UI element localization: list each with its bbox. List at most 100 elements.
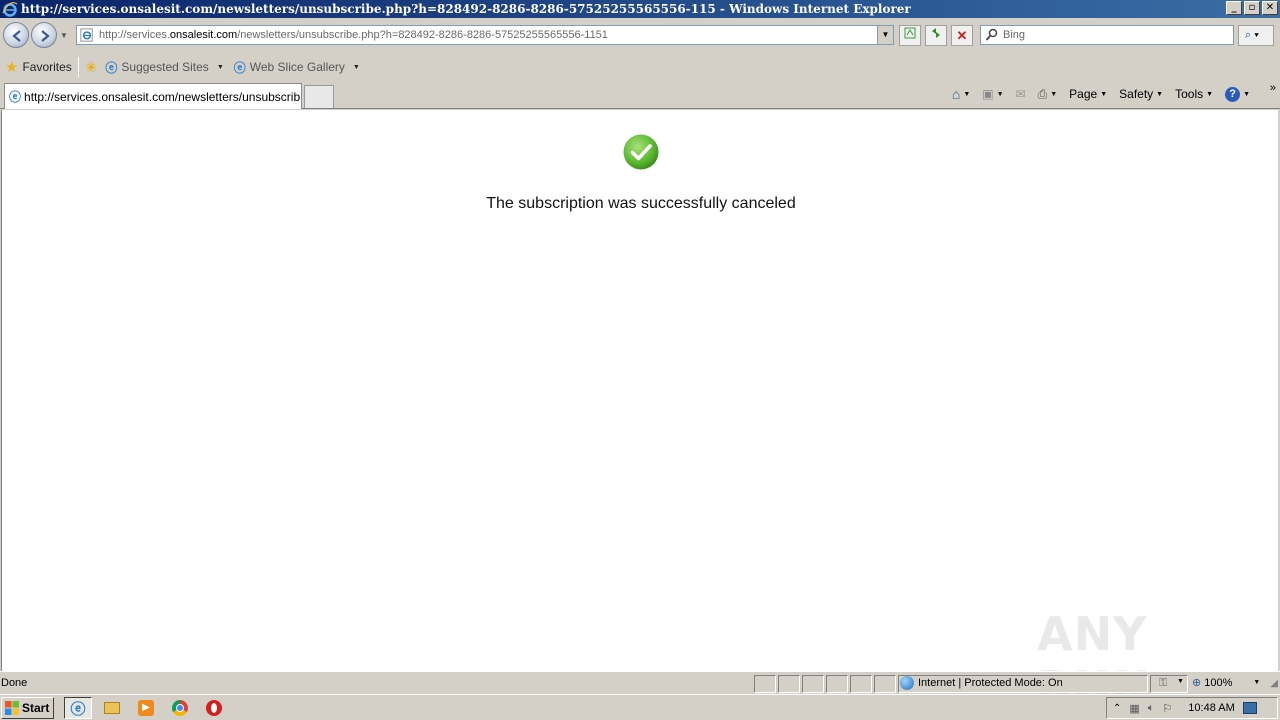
action-center-flag-icon[interactable]: ⚐ [1162, 702, 1172, 715]
taskbar-chrome-button[interactable] [166, 697, 194, 719]
stop-x-icon: ✕ [956, 28, 968, 43]
status-main-cell [4, 675, 752, 693]
zoom-control[interactable]: ⊕ 100% ▼ [1192, 676, 1261, 690]
search-magnifier-icon: ⌕ [1245, 29, 1252, 41]
windows-logo-icon [5, 701, 19, 715]
security-zone[interactable]: Internet | Protected Mode: On [900, 676, 1063, 690]
url-domain: onsalesit.com [169, 29, 238, 41]
zoom-level: 100% [1204, 676, 1233, 689]
recent-pages-dropdown-icon[interactable]: ▼ [60, 31, 68, 40]
start-button[interactable]: Start [1, 697, 54, 719]
bing-search-icon [985, 28, 998, 41]
web-slice-ie-icon: ⓔ [233, 60, 246, 75]
opera-icon [206, 700, 222, 716]
search-placeholder: Bing [1003, 29, 1026, 41]
help-icon: ? [1225, 86, 1241, 102]
search-go-button[interactable]: ⌕ ▾ [1238, 25, 1274, 46]
lock-settings-icon: ⚿ [1159, 677, 1168, 689]
status-cell-4 [826, 675, 848, 693]
address-dropdown-button[interactable]: ▼ [877, 26, 893, 44]
favorites-separator [77, 57, 79, 77]
system-tray: ⌃ ▦ 🔈︎ ⚐ 10:48 AM [1106, 697, 1278, 719]
refresh-icon [932, 28, 940, 38]
taskbar-opera-button[interactable] [200, 697, 228, 719]
protected-mode-cell[interactable]: ⚿ ▼ [1150, 675, 1188, 693]
web-slice-label: Web Slice Gallery [249, 60, 345, 74]
taskbar-explorer-button[interactable] [98, 697, 126, 719]
back-button[interactable] [3, 22, 29, 48]
safety-menu[interactable]: Safety ▼ [1119, 87, 1163, 101]
forward-button[interactable] [31, 22, 57, 48]
taskbar: Start ⓔ ▶ ⌃ ▦ 🔈︎ ⚐ 10:48 AM [0, 694, 1280, 720]
tab-label: http://services.onsalesit.com/newsletter… [24, 89, 302, 104]
suggested-sites-button[interactable]: ⓔ Suggested Sites ▼ [105, 59, 223, 76]
chrome-icon [172, 700, 188, 716]
favorites-button[interactable]: ★ Favorites [5, 58, 72, 76]
suggested-sites-dropdown-icon: ▼ [216, 63, 224, 71]
media-player-icon: ▶ [138, 700, 154, 716]
read-mail-button[interactable]: ✉ [1016, 87, 1026, 101]
resize-grip-icon[interactable]: ◢ [1270, 678, 1278, 689]
address-toolbar: ▼ http://services.onsalesit.com/newslett… [0, 18, 1280, 54]
address-url[interactable]: http://services.onsalesit.com/newsletter… [99, 29, 608, 41]
forward-arrow-icon [41, 30, 50, 42]
page-menu-label: Page [1069, 87, 1098, 101]
start-label: Start [22, 701, 50, 715]
window-title: http://services.onsalesit.com/newsletter… [21, 2, 911, 16]
command-bar-overflow-button[interactable]: » [1270, 82, 1276, 94]
command-bar: ⌂ ▼ ▣ ▼ ✉ ⎙ ▼ Page ▼ Safety ▼ Tools ▼ ? ▼ [952, 84, 1250, 104]
tools-menu[interactable]: Tools ▼ [1175, 87, 1213, 101]
show-hidden-icons-button[interactable]: ⌃ [1113, 703, 1121, 714]
web-slice-gallery-button[interactable]: ⓔ Web Slice Gallery ▼ [234, 59, 360, 76]
minimize-button[interactable]: _ [1226, 1, 1242, 15]
status-bar: Done Internet | Protected Mode: On ⚿ ▼ ⊕… [0, 671, 1280, 693]
help-menu[interactable]: ? ▼ [1225, 86, 1250, 102]
close-window-button[interactable]: ✕ [1262, 1, 1278, 15]
url-prefix: http://services. [99, 29, 170, 41]
back-arrow-icon [12, 30, 21, 42]
security-zone-label: Internet | Protected Mode: On [918, 677, 1063, 689]
status-cell-2 [778, 675, 800, 693]
tab-ie-icon: ⓔ [9, 90, 22, 104]
home-button[interactable]: ⌂ ▼ [952, 86, 970, 102]
print-button[interactable]: ⎙ ▼ [1038, 87, 1058, 102]
safety-menu-label: Safety [1119, 87, 1154, 101]
refresh-button[interactable] [925, 25, 947, 46]
taskbar-ie-button[interactable]: ⓔ [64, 697, 92, 719]
protected-dropdown-icon: ▼ [1177, 678, 1184, 685]
clock[interactable]: 10:48 AM [1188, 702, 1234, 714]
stop-button[interactable]: ✕ [951, 25, 973, 46]
tab-active[interactable]: ⓔ http://services.onsalesit.com/newslett… [4, 83, 302, 109]
address-bar[interactable]: http://services.onsalesit.com/newsletter… [76, 25, 894, 45]
ie-logo-icon [2, 2, 18, 17]
folder-icon [104, 702, 120, 714]
search-box[interactable]: Bing [980, 25, 1234, 45]
url-suffix: /newsletters/unsubscribe.php?h=828492-82… [237, 29, 608, 41]
feeds-button[interactable]: ▣ ▼ [982, 87, 1003, 101]
mail-icon: ✉ [1015, 87, 1026, 101]
success-checkmark-icon [623, 134, 659, 170]
new-tab-button[interactable] [304, 85, 334, 108]
page-menu[interactable]: Page ▼ [1069, 87, 1107, 101]
favorites-label: Favorites [22, 60, 72, 74]
favorites-bar: ★ Favorites ✬ ⓔ Suggested Sites ▼ ⓔ Web … [0, 54, 1280, 80]
zoom-dropdown-icon: ▼ [1253, 679, 1261, 686]
add-to-favorites-bar-button[interactable]: ✬ [85, 58, 98, 76]
taskbar-media-player-button[interactable]: ▶ [132, 697, 160, 719]
network-icon[interactable]: ▦ [1129, 702, 1139, 715]
volume-icon[interactable]: 🔈︎ [1148, 702, 1155, 715]
rss-feed-icon: ▣ [982, 87, 994, 101]
window-title-bar[interactable]: http://services.onsalesit.com/newsletter… [0, 0, 1280, 18]
compatibility-view-button[interactable] [899, 25, 921, 46]
show-desktop-button[interactable] [1242, 702, 1257, 714]
tools-menu-label: Tools [1175, 87, 1204, 101]
zoom-icon: ⊕ [1192, 677, 1202, 689]
unsubscribe-success-message: The subscription was successfully cancel… [486, 195, 796, 212]
suggested-sites-ie-icon: ⓔ [105, 60, 118, 75]
page-content: The subscription was successfully cancel… [1, 110, 1279, 715]
page-ie-icon [80, 28, 93, 42]
favorites-star-icon: ★ [5, 59, 19, 76]
restore-button[interactable]: ▫ [1244, 1, 1260, 15]
status-cell-1 [754, 675, 776, 693]
status-cell-5 [850, 675, 872, 693]
